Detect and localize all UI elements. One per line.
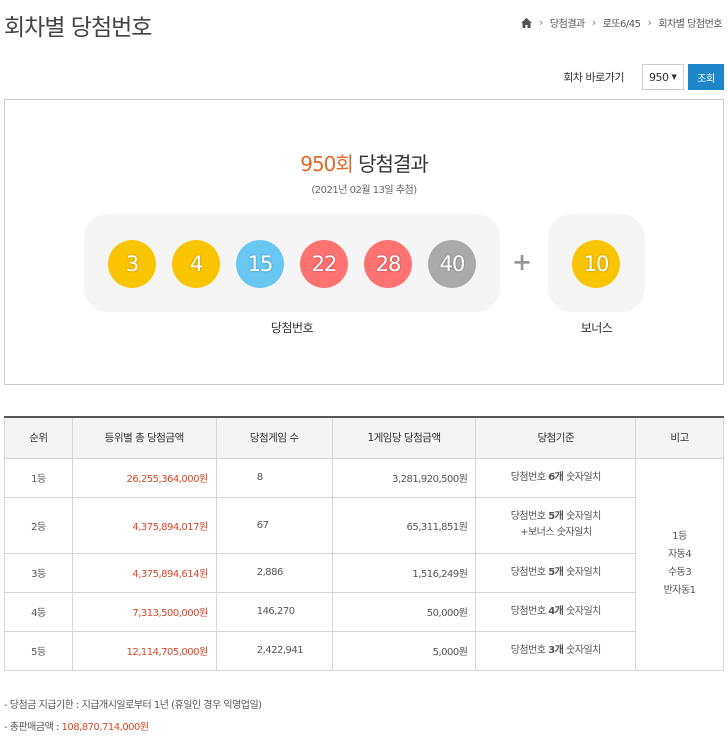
criteria-text: 당첨번호 — [510, 644, 549, 656]
note-line: 자동4 — [667, 549, 692, 560]
prize-per-game-cell: 50,000원 — [331, 591, 477, 632]
total-prize-cell: 26,255,364,000원 — [71, 457, 217, 498]
winner-count-cell: 67 — [215, 496, 333, 554]
winner-count-cell: 2,886 — [215, 552, 333, 593]
prize-per-game-cell: 3,281,920,500원 — [331, 457, 477, 498]
note-cell: 1등 자동4 수동3 반자동1 — [635, 457, 724, 671]
total-prize-cell: 12,114,705,000원 — [71, 630, 217, 671]
table-row: 1등 26,255,364,000원 8 3,281,920,500원 당첨번호… — [4, 457, 724, 671]
result-title-suffix: 당첨결과 — [358, 152, 429, 176]
header-note: 비고 — [635, 416, 724, 459]
winning-numbers-panel: 3 4 15 22 28 40 — [84, 214, 500, 312]
header-winner-count: 당첨게임 수 — [215, 416, 333, 459]
criteria-text: 숫자일치 — [563, 605, 601, 617]
criteria-text: 당첨번호 — [510, 605, 549, 617]
criteria-cell: 당첨번호 6개 숫자일치 — [475, 457, 637, 498]
table-row: 3등 4,375,894,614원 2,886 1,516,249원 당첨번호 … — [4, 552, 724, 593]
table-row: 4등 7,313,500,000원 146,270 50,000원 당첨번호 4… — [4, 591, 724, 632]
criteria-cell: 당첨번호 4개 숫자일치 — [475, 591, 637, 632]
search-button[interactable]: 조회 — [688, 64, 724, 90]
criteria-cell: 당첨번호 5개 숫자일치 +보너스 숫자일치 — [475, 496, 637, 554]
caret-down-icon: ▼ — [671, 73, 677, 81]
total-sales-label: - 총판매금액 : — [4, 722, 62, 733]
result-box: 950회 당첨결과 (2021년 02월 13일 추첨) 3 4 15 22 2… — [4, 99, 724, 385]
note-line: 반자동1 — [663, 585, 696, 596]
criteria-text: 당첨번호 — [510, 511, 549, 522]
rank-cell: 5등 — [4, 630, 73, 671]
total-prize-cell: 4,375,894,614원 — [71, 552, 217, 593]
header-criteria: 당첨기준 — [475, 416, 637, 459]
note-line: 1등 — [672, 531, 687, 542]
total-sales-note: - 총판매금액 : 108,870,714,000원 — [4, 718, 262, 740]
winner-count-cell: 146,270 — [215, 591, 333, 632]
winning-ball: 15 — [236, 240, 284, 288]
criteria-count: 5개 — [548, 511, 564, 522]
chevron-right-icon: › — [647, 16, 652, 29]
criteria-count: 4개 — [548, 605, 564, 617]
criteria-bonus-text: +보너스 숫자일치 — [520, 527, 592, 538]
criteria-text: 숫자일치 — [563, 566, 601, 578]
criteria-text: 숫자일치 — [563, 511, 601, 522]
criteria-count: 3개 — [548, 644, 564, 656]
round-goto: 회차 바로가기 950 ▼ 조회 — [563, 64, 724, 90]
total-prize-cell: 7,313,500,000원 — [71, 591, 217, 632]
criteria-text: 당첨번호 — [510, 471, 549, 483]
winning-ball: 3 — [108, 240, 156, 288]
breadcrumb-item-current[interactable]: 회차별 당첨번호 — [658, 15, 722, 30]
total-sales-amount: 108,870,714,000원 — [61, 722, 150, 733]
criteria-count: 6개 — [548, 471, 564, 483]
plus-icon: + — [512, 248, 533, 276]
prize-per-game-cell: 1,516,249원 — [331, 552, 477, 593]
round-number: 950회 — [300, 152, 354, 176]
winner-count-cell: 2,422,941 — [215, 630, 333, 671]
criteria-cell: 당첨번호 3개 숫자일치 — [475, 630, 637, 671]
rank-cell: 4등 — [4, 591, 73, 632]
header-total-prize: 등위별 총 당첨금액 — [71, 416, 217, 459]
header-prize-per-game: 1게임당 당첨금액 — [331, 416, 477, 459]
payment-deadline-note: - 당첨금 지급기한 : 지급개시일로부터 1년 (휴일인 경우 익영업일) — [4, 700, 262, 711]
breadcrumb-item-lotto[interactable]: 로또6/45 — [603, 15, 641, 30]
home-icon[interactable] — [521, 17, 533, 28]
rank-cell: 2등 — [4, 496, 73, 554]
winning-ball: 4 — [172, 240, 220, 288]
criteria-text: 당첨번호 — [510, 566, 549, 578]
rank-cell: 1등 — [4, 457, 73, 498]
table-row: 2등 4,375,894,017원 67 65,311,851원 당첨번호 5개… — [4, 496, 724, 554]
total-prize-cell: 4,375,894,017원 — [71, 496, 217, 554]
bonus-number-panel: 10 — [548, 214, 645, 312]
table-header-row: 순위 등위별 총 당첨금액 당첨게임 수 1게임당 당첨금액 당첨기준 비고 — [4, 416, 724, 459]
table-row: 5등 12,114,705,000원 2,422,941 5,000원 당첨번호… — [4, 630, 724, 671]
winning-numbers-label: 당첨번호 — [270, 321, 314, 335]
winning-ball: 22 — [300, 240, 348, 288]
round-select-value: 950 — [649, 70, 669, 84]
breadcrumb-item-results[interactable]: 당첨결과 — [550, 15, 585, 30]
round-select[interactable]: 950 ▼ — [642, 64, 684, 90]
note-line: 수동3 — [667, 567, 692, 578]
rank-cell: 3등 — [4, 552, 73, 593]
page-title: 회차별 당첨번호 — [4, 15, 152, 41]
winner-count-cell: 8 — [215, 457, 333, 498]
criteria-cell: 당첨번호 5개 숫자일치 — [475, 552, 637, 593]
prize-per-game-cell: 65,311,851원 — [331, 496, 477, 554]
result-title: 950회 당첨결과 — [5, 148, 723, 177]
goto-label: 회차 바로가기 — [563, 71, 624, 84]
bonus-ball: 10 — [572, 240, 620, 288]
notes: - 당첨금 지급기한 : 지급개시일로부터 1년 (휴일인 경우 익영업일) -… — [4, 696, 262, 740]
winning-ball: 28 — [364, 240, 412, 288]
chevron-right-icon: › — [539, 16, 543, 29]
bonus-label: 보너스 — [580, 321, 613, 335]
winning-ball: 40 — [428, 240, 476, 288]
criteria-text: 숫자일치 — [563, 471, 601, 483]
criteria-count: 5개 — [548, 566, 564, 578]
chevron-right-icon: › — [591, 16, 596, 29]
header-rank: 순위 — [4, 416, 73, 459]
prize-table: 순위 등위별 총 당첨금액 당첨게임 수 1게임당 당첨금액 당첨기준 비고 1… — [4, 416, 724, 671]
draw-date: (2021년 02월 13일 추첨) — [311, 185, 417, 196]
prize-per-game-cell: 5,000원 — [331, 630, 477, 671]
breadcrumb: › 당첨결과 › 로또6/45 › 회차별 당첨번호 — [521, 15, 722, 30]
criteria-text: 숫자일치 — [563, 644, 601, 656]
